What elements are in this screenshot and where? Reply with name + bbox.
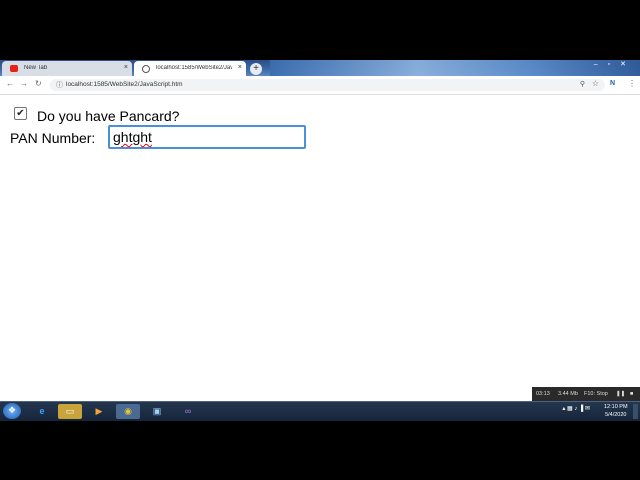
pan-number-value: ghtght [113, 129, 152, 145]
pause-icon[interactable]: ❚❚ [616, 391, 625, 397]
address-url[interactable]: localhost:1585/WebSite2/JavaScript.htm [66, 81, 183, 88]
reload-icon[interactable]: ↻ [35, 79, 42, 88]
back-icon[interactable]: ← [6, 79, 14, 88]
start-button[interactable]: ❖ [3, 403, 21, 419]
browser-toolbar: ← → ↻ ⓘ localhost:1585/WebSite2/JavaScri… [0, 76, 640, 95]
visual-studio-icon[interactable]: ∞ [174, 404, 202, 419]
clock-date: 5/4/2020 [605, 412, 627, 418]
tab-strip: New Tab × localhost:1585/WebSite2/JavaSc… [0, 60, 640, 76]
page-content: ✔ Do you have Pancard? PAN Number: ghtgh… [0, 95, 640, 420]
info-icon[interactable]: ⓘ [56, 80, 63, 90]
media-player-icon[interactable]: ▶ [87, 404, 111, 419]
window-controls[interactable]: –▫✕ [594, 60, 636, 68]
tab-javascript-page[interactable]: localhost:1585/WebSite2/JavaScr × [134, 61, 246, 76]
tab-new-tab[interactable]: New Tab × [2, 61, 132, 76]
bookmark-star-icon[interactable]: ☆ [592, 79, 599, 88]
clock-time: 12:10 PM [604, 404, 628, 410]
pan-number-label: PAN Number: [10, 130, 96, 146]
youtube-icon [10, 65, 18, 72]
show-desktop-button[interactable] [633, 404, 638, 419]
app-icon[interactable]: ▣ [145, 404, 169, 419]
ie-icon[interactable]: e [30, 404, 54, 419]
pan-number-input[interactable]: ghtght [108, 125, 306, 149]
recorder-size: 3.44 Mb [558, 391, 578, 397]
recorder-hint: F10: Stop [584, 391, 608, 397]
screen: New Tab × localhost:1585/WebSite2/JavaSc… [0, 60, 640, 420]
zoom-icon[interactable]: ⚲ [580, 80, 585, 88]
tab-title: New Tab [24, 65, 48, 71]
recorder-bar: 03:13 3.44 Mb F10: Stop ❚❚ ■ [532, 387, 640, 401]
explorer-icon[interactable]: ▭ [58, 404, 82, 419]
close-icon[interactable]: × [124, 64, 128, 71]
address-bar[interactable]: ⓘ localhost:1585/WebSite2/JavaScript.htm… [50, 79, 605, 91]
stop-icon[interactable]: ■ [630, 391, 633, 397]
pancard-checkbox[interactable]: ✔ [14, 107, 27, 120]
forward-icon[interactable]: → [20, 79, 28, 88]
recorder-time: 03:13 [536, 391, 550, 397]
taskbar: ❖ e ▭ ▶ ◉ ▣ ∞ ▴ ▦ ♪ ▐ ✉ 12:10 PM 5/4/202… [0, 401, 640, 421]
clock[interactable]: 12:10 PM 5/4/2020 [604, 403, 628, 419]
extension-icon[interactable]: N [610, 80, 615, 87]
pancard-question: Do you have Pancard? [37, 108, 180, 124]
chrome-icon[interactable]: ◉ [116, 404, 140, 419]
system-tray[interactable]: ▴ ▦ ♪ ▐ ✉ [562, 405, 590, 412]
globe-icon [142, 65, 150, 73]
tab-title: localhost:1585/WebSite2/JavaScr [156, 65, 232, 71]
close-icon[interactable]: × [238, 64, 242, 71]
menu-icon[interactable]: ⋮ [628, 79, 636, 88]
new-tab-button[interactable]: + [250, 63, 262, 75]
